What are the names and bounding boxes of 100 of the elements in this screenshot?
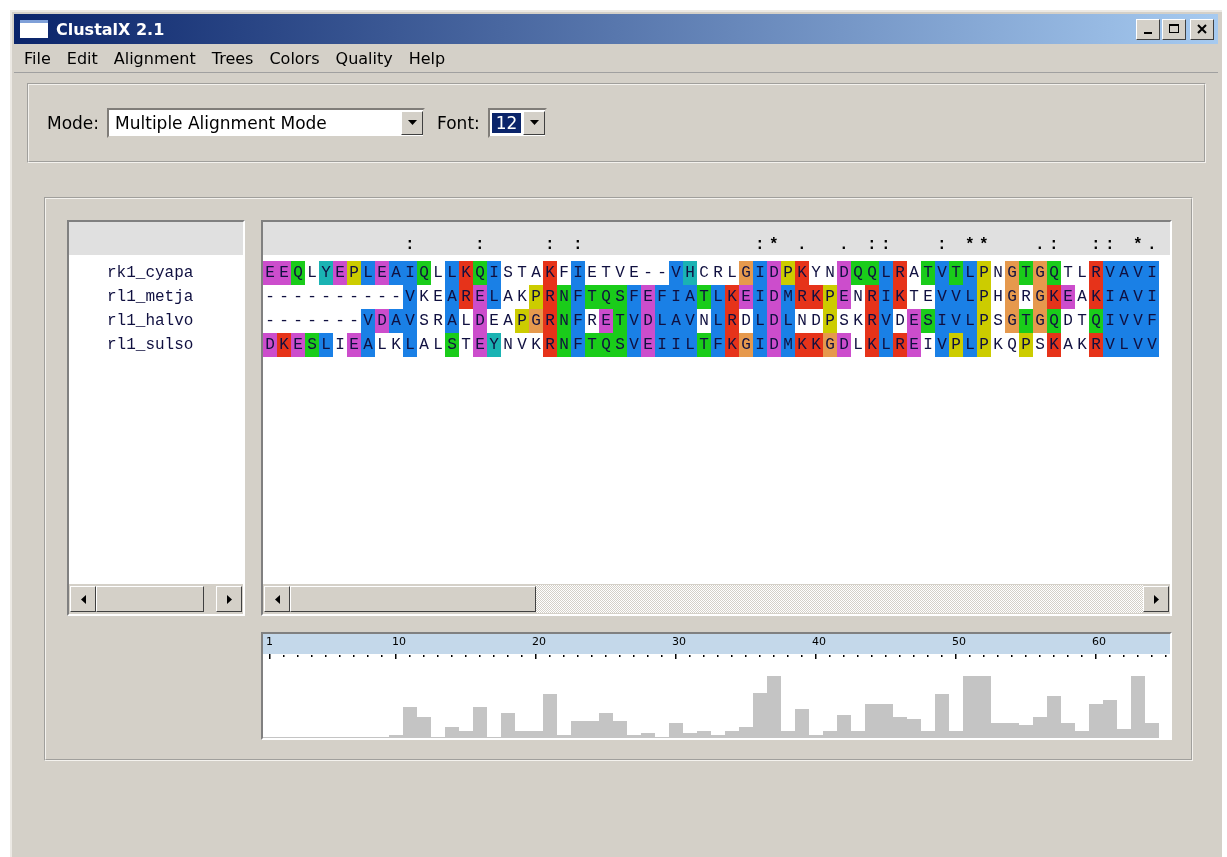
residue-cell: S <box>305 333 319 357</box>
residue-cell-text: D <box>740 311 752 332</box>
residue-cell-text: E <box>432 287 444 308</box>
residue-cell: L <box>403 333 417 357</box>
sequence-name[interactable]: rk1_cyapa <box>69 261 243 285</box>
font-dropdown[interactable]: 12 <box>487 108 548 138</box>
residue-cell-text: T <box>460 335 472 356</box>
residue-cell: I <box>403 261 417 285</box>
residue-cell: L <box>361 261 375 285</box>
residue-cell: P <box>529 285 543 309</box>
residue-cell: E <box>473 333 487 357</box>
residue-cell: T <box>697 285 711 309</box>
residue-cell: P <box>977 309 991 333</box>
residue-cell: P <box>977 333 991 357</box>
residue-cell: K <box>1047 333 1061 357</box>
residue-cell: R <box>865 309 879 333</box>
residue-cell-text: D <box>1062 311 1074 332</box>
residue-cell: Q <box>1089 309 1103 333</box>
residue-cell: L <box>963 285 977 309</box>
conservation-line: : : : : :* . . :: : ** .: :: *. <box>404 235 1162 255</box>
residue-cell: V <box>361 309 375 333</box>
residue-cell: L <box>445 261 459 285</box>
residue-cell-text: L <box>726 263 738 284</box>
residue-cell: V <box>1131 285 1145 309</box>
scroll-left-button[interactable] <box>70 586 96 612</box>
residue-cell: T <box>949 261 963 285</box>
menu-item[interactable]: Help <box>400 46 454 70</box>
residue-cell: Q <box>599 333 613 357</box>
residue-cell: L <box>319 333 333 357</box>
residue-cell-text: - <box>656 263 668 284</box>
residue-cell-text: D <box>810 311 822 332</box>
residue-cell: G <box>1005 261 1019 285</box>
residue-cell: K <box>893 285 907 309</box>
menu-item[interactable]: Trees <box>203 46 262 70</box>
ruler-label: 50 <box>952 635 966 648</box>
residue-cell-text: T <box>1076 311 1088 332</box>
residue-cell-text: L <box>376 335 388 356</box>
scrollbar-thumb[interactable] <box>96 586 204 612</box>
residue-cell: A <box>1117 285 1131 309</box>
menu-item[interactable]: Alignment <box>105 46 204 70</box>
residue-cell: E <box>473 285 487 309</box>
close-button[interactable] <box>1190 18 1214 40</box>
residue-cell: K <box>809 333 823 357</box>
residue-cell: Q <box>473 261 487 285</box>
residue-cell: A <box>361 333 375 357</box>
menu-item[interactable]: Edit <box>58 46 106 70</box>
residue-cell-text: R <box>432 311 444 332</box>
residue-cell-text: T <box>908 287 920 308</box>
residue-cell-text: N <box>852 287 864 308</box>
mode-dropdown[interactable]: Multiple Alignment Mode <box>107 108 426 138</box>
residue-cell: V <box>935 285 949 309</box>
residue-cell: V <box>669 261 683 285</box>
residue-cell: V <box>1131 261 1145 285</box>
residue-cell: L <box>963 309 977 333</box>
residue-cell-text: Y <box>810 263 822 284</box>
sequence-name[interactable]: rl1_metja <box>69 285 243 309</box>
menu-item[interactable]: Colors <box>261 46 328 70</box>
residue-cell: L <box>683 333 697 357</box>
maximize-icon <box>1168 23 1180 35</box>
residue-cell: V <box>949 285 963 309</box>
minimize-button[interactable] <box>1136 18 1160 40</box>
sequence-name[interactable]: rl1_halvo <box>69 309 243 333</box>
residue-cell-text: F <box>558 263 570 284</box>
residue-cell-text: R <box>1020 287 1032 308</box>
residue-cell: P <box>781 261 795 285</box>
residue-cell: R <box>543 285 557 309</box>
residue-cell: L <box>879 261 893 285</box>
minimize-icon <box>1144 32 1152 34</box>
scrollbar-thumb[interactable] <box>290 586 536 612</box>
sequence-name[interactable]: rl1_sulso <box>69 333 243 357</box>
residue-cell: E <box>837 285 851 309</box>
residue-cell: Y <box>487 333 501 357</box>
residue-cell: D <box>767 285 781 309</box>
residue-cell-text: R <box>712 263 724 284</box>
residue-cell: I <box>1145 261 1159 285</box>
menu-item[interactable]: Quality <box>327 46 401 70</box>
residue-cell-text: T <box>516 263 528 284</box>
residue-cell: E <box>1061 285 1075 309</box>
residue-cell: L <box>963 333 977 357</box>
residue-cell: I <box>879 285 893 309</box>
residue-cell-text: I <box>922 335 934 356</box>
ruler-label: 60 <box>1092 635 1106 648</box>
scroll-left-button[interactable] <box>264 586 290 612</box>
residue-cell: G <box>1005 309 1019 333</box>
residue-cell: S <box>613 285 627 309</box>
scroll-right-button[interactable] <box>216 586 242 612</box>
residue-cell-text: - <box>292 287 304 308</box>
menu-item[interactable]: File <box>16 46 59 70</box>
residue-cell-text: K <box>530 335 542 356</box>
ruler-label: 40 <box>812 635 826 648</box>
residue-cell: D <box>641 309 655 333</box>
residue-cell: V <box>935 333 949 357</box>
scroll-right-button[interactable] <box>1143 586 1169 612</box>
residue-cell-text: - <box>390 287 402 308</box>
maximize-button[interactable] <box>1162 18 1186 40</box>
residue-cell: A <box>389 261 403 285</box>
residue-cell-text: S <box>992 311 1004 332</box>
residue-cell: N <box>557 285 571 309</box>
residue-cell-text: R <box>586 311 598 332</box>
residue-cell: A <box>445 309 459 333</box>
